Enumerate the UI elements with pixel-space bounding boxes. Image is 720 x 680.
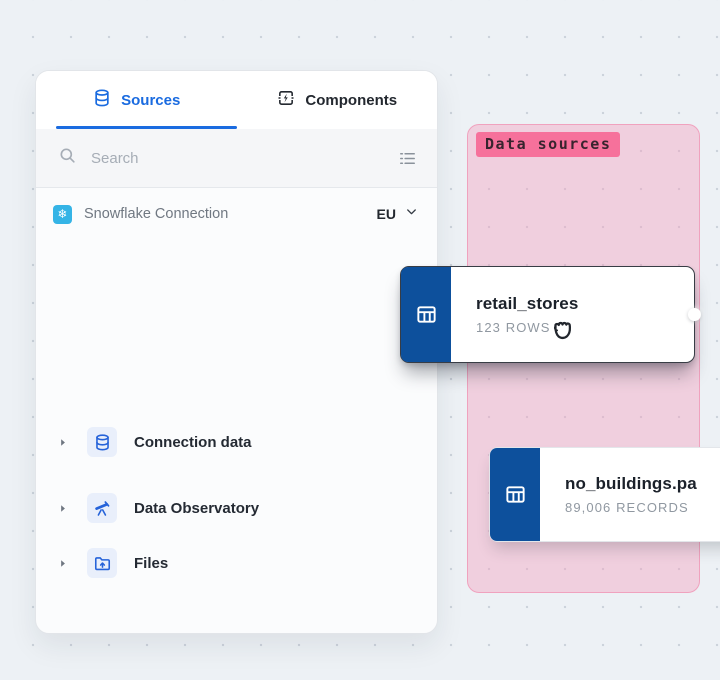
output-connection-handle[interactable] bbox=[688, 308, 701, 321]
node-title: no_buildings.pa bbox=[565, 474, 720, 494]
chevron-down-icon bbox=[404, 204, 419, 224]
region-value: EU bbox=[377, 206, 396, 222]
connection-row: ❄ Snowflake Connection EU bbox=[36, 188, 437, 240]
snowflake-icon: ❄ bbox=[53, 205, 72, 224]
search-input[interactable] bbox=[89, 149, 384, 168]
table-icon bbox=[490, 448, 540, 541]
group-label-chip[interactable]: Data sources bbox=[476, 132, 620, 157]
tab-sources-label: Sources bbox=[121, 92, 180, 109]
table-icon bbox=[401, 267, 451, 362]
region-selector[interactable]: EU bbox=[375, 200, 421, 228]
database-icon bbox=[87, 427, 117, 457]
node-record-count: 89,006 RECORDS bbox=[565, 500, 720, 515]
tree-item-files[interactable]: Files bbox=[36, 541, 437, 585]
workflow-canvas[interactable]: Data sources Sources bbox=[0, 0, 720, 680]
tree-item-label: Connection data bbox=[134, 434, 252, 451]
list-view-icon[interactable] bbox=[396, 147, 419, 170]
node-body: no_buildings.pa 89,006 RECORDS bbox=[540, 448, 720, 541]
database-icon bbox=[92, 88, 112, 113]
search-icon bbox=[58, 146, 77, 170]
panel-tabs: Sources Components bbox=[36, 71, 437, 129]
node-row-count: 123 ROWS bbox=[476, 320, 694, 335]
tree-item-connection-data[interactable]: Connection data bbox=[36, 420, 437, 464]
telescope-icon bbox=[87, 493, 117, 523]
tab-sources[interactable]: Sources bbox=[36, 71, 237, 129]
sources-panel: Sources Components bbox=[35, 70, 438, 634]
components-icon bbox=[276, 88, 296, 113]
folder-upload-icon bbox=[87, 548, 117, 578]
active-tab-underline bbox=[56, 126, 237, 130]
tab-components-label: Components bbox=[305, 92, 397, 109]
chevron-right-icon bbox=[55, 436, 69, 449]
search-bar bbox=[36, 129, 437, 188]
tree-item-label: Data Observatory bbox=[134, 500, 259, 517]
chevron-right-icon bbox=[55, 502, 69, 515]
node-no-buildings[interactable]: no_buildings.pa 89,006 RECORDS bbox=[489, 447, 720, 542]
tab-components[interactable]: Components bbox=[237, 71, 438, 129]
node-retail-stores[interactable]: retail_stores 123 ROWS bbox=[400, 266, 695, 363]
node-title: retail_stores bbox=[476, 294, 694, 314]
tree-item-data-observatory[interactable]: Data Observatory bbox=[36, 486, 437, 530]
node-body: retail_stores 123 ROWS bbox=[451, 267, 694, 362]
connection-name: Snowflake Connection bbox=[84, 206, 363, 222]
tree-item-label: Files bbox=[134, 555, 168, 572]
chevron-right-icon bbox=[55, 557, 69, 570]
